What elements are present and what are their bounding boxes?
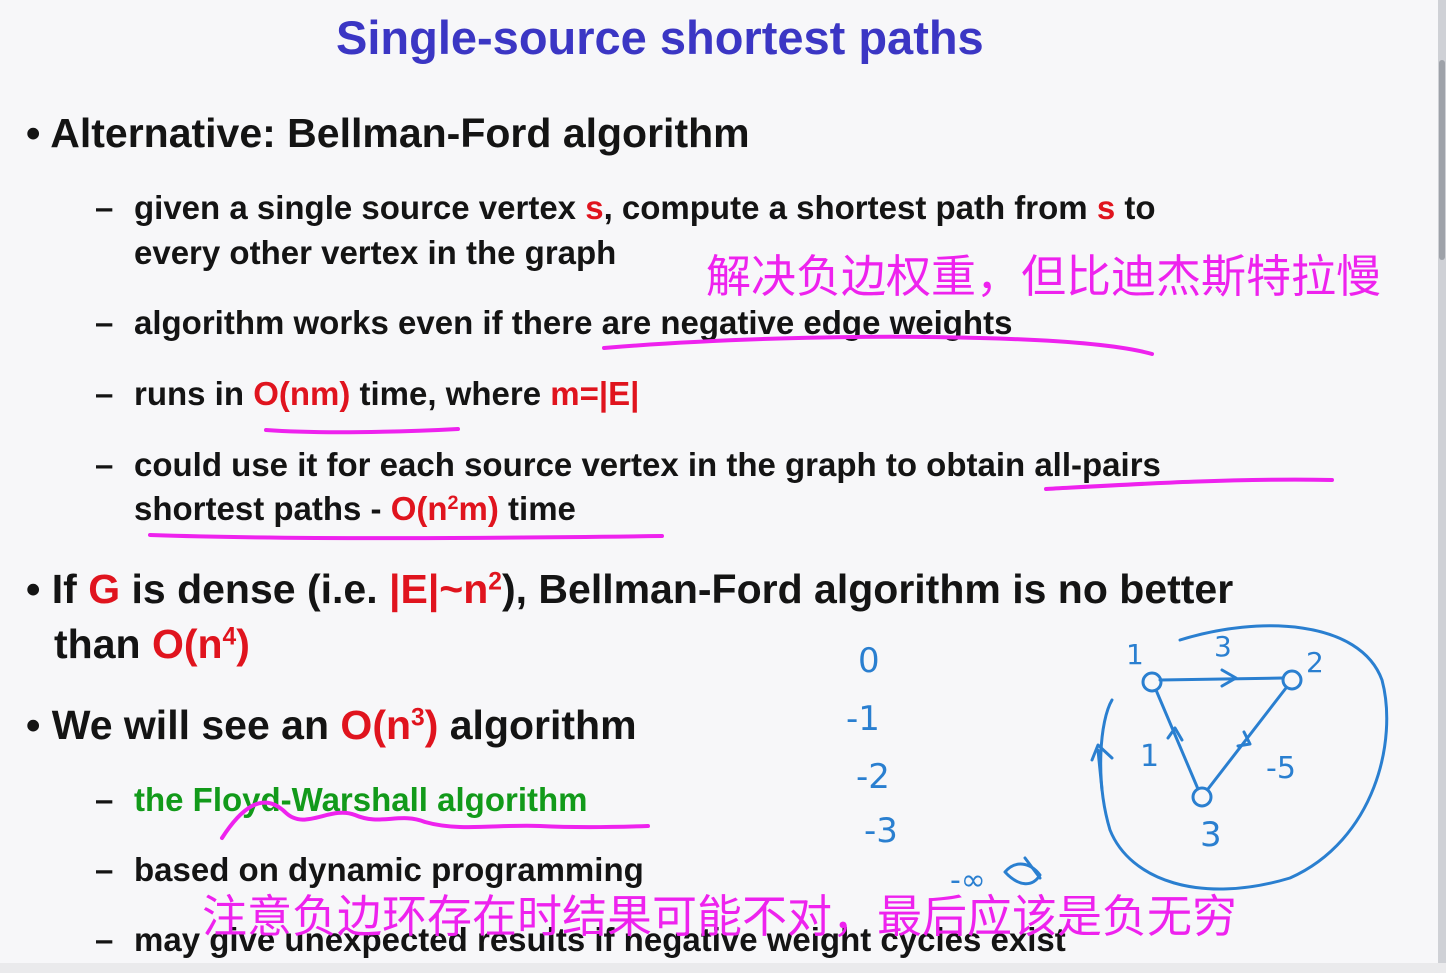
text: to: [1115, 189, 1156, 226]
bullet-1-sub-1-line-1: given a single source vertex s, compute …: [134, 189, 1156, 227]
edge-weight-2-3: -5: [1266, 751, 1296, 786]
hand-labels: 0 -1 -2 -3 -∞ 1 2 3 3 1 -5: [846, 630, 1324, 898]
annotation-note-2: 注意负边环存在时结果可能不对，最后应该是负无穷: [202, 890, 1238, 943]
dash: –: [95, 304, 114, 341]
complexity-on2m: O(n2m): [391, 490, 499, 527]
text: ): [236, 621, 250, 667]
underline-onm: [264, 427, 460, 435]
outer-loop-stroke: [1099, 624, 1389, 891]
dense-condition: |E|~n2: [389, 566, 502, 612]
text: ), Bellman-Ford algorithm is no better: [501, 566, 1234, 612]
bullet-1-sub-1: –: [95, 189, 113, 227]
edge-1-2: [1158, 676, 1285, 682]
hand-graph: [1003, 624, 1389, 891]
edge-weight-1-2: 3: [1214, 630, 1232, 663]
superscript: 3: [411, 704, 425, 732]
loop-arrow: [1090, 743, 1114, 792]
text: time, where: [350, 375, 551, 412]
source-var-s: s: [585, 189, 604, 226]
arrow-1-2: [1220, 668, 1238, 688]
bullet-dot: •: [26, 110, 41, 156]
scrollbar-thumb[interactable]: [1439, 60, 1445, 260]
dash: –: [95, 189, 114, 226]
column-value-3: -3: [864, 811, 898, 851]
text: ): [424, 702, 439, 748]
bullet-1: • Alternative: Bellman-Ford algorithm: [26, 110, 750, 157]
bullet-dot: •: [26, 702, 41, 748]
arrow-3-1: [1166, 726, 1184, 742]
text: O(n: [151, 621, 223, 667]
dash: –: [95, 446, 114, 483]
bullet-1-text: Alternative: Bellman-Ford algorithm: [50, 110, 750, 156]
bullet-1-sub-4-line-2: shortest paths - O(n2m) time: [134, 490, 576, 528]
text: O(n: [390, 490, 448, 527]
cursor-stroke: [1023, 856, 1042, 880]
text: is dense (i.e.: [120, 566, 389, 612]
text: , compute a shortest path from: [603, 189, 1097, 226]
column-value-1: -1: [846, 699, 880, 739]
text: |E|~n: [389, 566, 489, 612]
superscript: 2: [447, 492, 459, 515]
text: than: [54, 621, 152, 667]
column-value-2: -2: [856, 757, 890, 797]
vertex-3: [1191, 786, 1213, 808]
column-value-0: 0: [858, 641, 880, 681]
bullet-dot: •: [26, 566, 41, 612]
text: O(n: [340, 702, 412, 748]
arrow-2-3: [1236, 730, 1252, 748]
vertex-label-1: 1: [1126, 638, 1144, 671]
text: m): [458, 490, 499, 527]
slide-title: Single-source shortest paths: [336, 11, 984, 64]
bullet-1-sub-4-line-1: could use it for each source vertex in t…: [134, 446, 1161, 483]
text: shortest paths -: [134, 490, 391, 527]
text: algorithm: [438, 702, 637, 748]
dash: –: [95, 375, 114, 412]
bullet-1-sub-2: algorithm works even if there are negati…: [134, 304, 1013, 341]
superscript: 4: [222, 623, 237, 651]
scrollbar-vertical[interactable]: [1438, 0, 1446, 973]
complexity-onm: O(nm): [253, 375, 351, 412]
dash: –: [95, 921, 114, 958]
vertex-label-3: 3: [1200, 815, 1222, 855]
bullet-1-sub-1-line-2: every other vertex in the graph: [134, 234, 617, 271]
text: If: [51, 566, 89, 612]
text: runs in: [134, 375, 254, 412]
bullet-2-line-2: than O(n4): [54, 621, 250, 668]
bullet-2-line-1: • If G is dense (i.e. |E|~n2), Bellman-F…: [26, 566, 1233, 613]
vertex-label-2: 2: [1306, 646, 1324, 679]
slide: Single-source shortest paths • Alternati…: [0, 0, 1446, 973]
edge-2-3: [1206, 686, 1288, 791]
text: time: [498, 490, 576, 527]
vertex-1: [1141, 671, 1163, 693]
superscript: 2: [488, 568, 502, 596]
bottom-edge: [0, 963, 1446, 973]
edge-3-1: [1154, 688, 1200, 791]
complexity-on3: O(n3): [340, 702, 438, 748]
bullet-1-sub-3: runs in O(nm) time, where m=|E|: [134, 375, 639, 413]
graph-var-g: G: [88, 566, 121, 612]
underline-shortest-paths: [148, 533, 664, 541]
bullet-3: • We will see an O(n3) algorithm: [26, 702, 637, 749]
dash: –: [95, 781, 114, 818]
text: We will see an: [51, 702, 341, 748]
dash: –: [95, 851, 114, 888]
complexity-on4: O(n4): [152, 621, 250, 667]
bullet-3-sub-1: the Floyd-Warshall algorithm: [134, 781, 588, 818]
vertex-2: [1281, 669, 1303, 691]
text: given a single source vertex: [134, 189, 586, 226]
m-equals-e: m=|E|: [550, 375, 640, 412]
edge-weight-3-1: 1: [1140, 739, 1159, 774]
annotation-note-1: 解决负边权重，但比迪杰斯特拉慢: [706, 250, 1382, 303]
source-var-s: s: [1096, 189, 1116, 226]
